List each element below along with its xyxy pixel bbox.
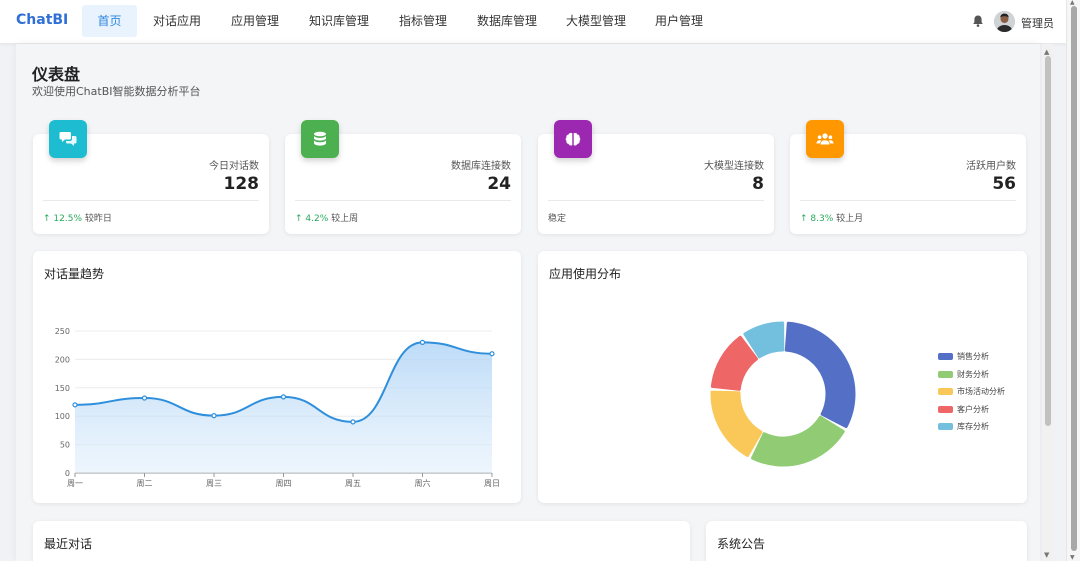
arrow-up-icon: ↑ bbox=[800, 214, 811, 224]
x-tick-label: 周三 bbox=[206, 479, 222, 488]
trend-line-chart: 0 50 100 150 200 250 周一 周二 周三 周四 周五 周六 周日 bbox=[55, 327, 500, 488]
legend-item[interactable]: 财务分析 bbox=[938, 369, 989, 381]
stat-trend: ↑ 12.5% 较昨日 bbox=[43, 214, 112, 224]
data-point bbox=[350, 419, 356, 425]
data-point bbox=[211, 413, 217, 419]
stat-label: 活跃用户数 bbox=[966, 161, 1016, 172]
data-point bbox=[141, 395, 148, 401]
series-area bbox=[75, 342, 492, 473]
page-subtitle: 欢迎使用ChatBI智能数据分析平台 bbox=[32, 85, 201, 98]
stat-card-llm-connections: 大模型连接数 8 稳定 bbox=[538, 120, 774, 234]
divider bbox=[800, 200, 1016, 201]
y-tick-label: 50 bbox=[60, 441, 70, 450]
content-scrollbar[interactable]: ▲ ▼ bbox=[1042, 44, 1054, 561]
database-icon bbox=[301, 120, 339, 158]
y-tick-label: 200 bbox=[55, 355, 70, 364]
nav-item-llm[interactable]: 大模型管理 bbox=[559, 5, 633, 37]
nav-item-app-management[interactable]: 应用管理 bbox=[224, 5, 286, 37]
divider bbox=[548, 200, 764, 201]
comments-icon bbox=[49, 120, 87, 158]
nav-item-knowledge-base[interactable]: 知识库管理 bbox=[302, 5, 376, 37]
legend-label: 库存分析 bbox=[957, 422, 989, 431]
pie-slice bbox=[751, 415, 845, 467]
legend-label: 销售分析 bbox=[957, 352, 989, 361]
data-point bbox=[280, 394, 287, 400]
stat-label: 今日对话数 bbox=[209, 161, 259, 172]
users-icon bbox=[806, 120, 844, 158]
x-tick-label: 周六 bbox=[415, 478, 431, 488]
stat-status: 稳定 bbox=[548, 214, 567, 224]
legend-swatch bbox=[938, 405, 953, 413]
x-tick-label: 周日 bbox=[484, 479, 500, 488]
pie-slice bbox=[784, 321, 856, 429]
recent-conversations-panel: 最近对话 bbox=[33, 521, 690, 561]
panel-title: 最近对话 bbox=[44, 537, 93, 551]
y-tick-label: 250 bbox=[55, 327, 70, 336]
stat-value: 56 bbox=[992, 174, 1016, 194]
stat-trend: ↑ 8.3% 较上月 bbox=[800, 214, 864, 224]
brain-icon bbox=[554, 120, 592, 158]
x-tick-label: 周二 bbox=[137, 479, 153, 488]
y-tick-label: 100 bbox=[55, 412, 70, 421]
page-title: 仪表盘 bbox=[32, 65, 81, 84]
x-tick-label: 周五 bbox=[345, 479, 361, 488]
legend-swatch bbox=[938, 423, 953, 430]
data-point bbox=[489, 351, 495, 357]
window-scrollbar[interactable]: ▲ ▼ bbox=[1066, 0, 1080, 561]
scroll-thumb[interactable] bbox=[1045, 56, 1051, 426]
pie-slice bbox=[710, 335, 759, 391]
stat-card-db-connections: 数据库连接数 24 ↑ 4.2% 较上周 bbox=[285, 120, 521, 234]
arrow-up-icon: ↑ bbox=[43, 214, 54, 224]
nav-item-users[interactable]: 用户管理 bbox=[648, 5, 710, 37]
legend-swatch bbox=[938, 388, 953, 395]
system-notice-panel: 系统公告 bbox=[706, 521, 1027, 561]
stat-value: 8 bbox=[752, 174, 764, 194]
scroll-up-icon[interactable]: ▲ bbox=[1044, 48, 1049, 56]
data-point bbox=[419, 339, 426, 345]
legend-swatch bbox=[938, 353, 953, 360]
divider bbox=[295, 200, 511, 201]
top-navbar: ChatBI 首页 对话应用 应用管理 知识库管理 指标管理 数据库管理 大模型… bbox=[0, 0, 1080, 44]
window-scroll-thumb[interactable] bbox=[1071, 6, 1077, 551]
stat-value: 24 bbox=[487, 174, 511, 194]
legend-item[interactable]: 销售分析 bbox=[938, 351, 989, 363]
pie-chart-panel: 应用使用分布 销售分析 财务分析 市场活动分析 客户分析 库存分析 bbox=[538, 251, 1027, 503]
bell-icon[interactable] bbox=[971, 14, 985, 28]
nav-item-metrics[interactable]: 指标管理 bbox=[392, 5, 454, 37]
data-point bbox=[72, 402, 78, 408]
legend-label: 财务分析 bbox=[957, 369, 989, 379]
x-tick-label: 周四 bbox=[276, 479, 292, 488]
stat-card-conversations: 今日对话数 128 ↑ 12.5% 较昨日 bbox=[33, 120, 269, 234]
stat-label: 大模型连接数 bbox=[704, 161, 764, 172]
legend-item[interactable]: 库存分析 bbox=[938, 421, 989, 433]
stat-label: 数据库连接数 bbox=[451, 161, 511, 172]
stat-value: 128 bbox=[223, 174, 260, 194]
legend-label: 客户分析 bbox=[957, 404, 989, 414]
y-tick-label: 150 bbox=[55, 384, 70, 393]
nav-item-chat-apps[interactable]: 对话应用 bbox=[146, 5, 208, 37]
legend-item[interactable]: 市场活动分析 bbox=[938, 386, 1005, 398]
window-scroll-down-icon[interactable]: ▼ bbox=[1070, 554, 1075, 561]
brand-logo[interactable]: ChatBI bbox=[16, 12, 68, 28]
y-tick-label: 0 bbox=[65, 469, 70, 478]
pie-slice bbox=[710, 390, 763, 457]
legend-label: 市场活动分析 bbox=[957, 387, 1005, 396]
panel-title: 系统公告 bbox=[717, 537, 766, 551]
nav-item-home[interactable]: 首页 bbox=[82, 5, 137, 37]
arrow-up-icon: ↑ bbox=[295, 214, 306, 224]
avatar[interactable] bbox=[994, 11, 1015, 32]
x-tick-label: 周一 bbox=[67, 479, 83, 488]
legend-item[interactable]: 客户分析 bbox=[938, 404, 989, 416]
stat-card-active-users: 活跃用户数 56 ↑ 8.3% 较上月 bbox=[790, 120, 1026, 234]
username-label[interactable]: 管理员 bbox=[1021, 15, 1054, 31]
scroll-down-icon[interactable]: ▼ bbox=[1044, 551, 1049, 559]
stat-trend: ↑ 4.2% 较上周 bbox=[295, 214, 359, 224]
nav-item-database[interactable]: 数据库管理 bbox=[470, 5, 544, 37]
legend-swatch bbox=[938, 370, 953, 378]
trend-chart-panel: 对话量趋势 0 50 100 150 200 250 周一 周二 周三 周四 周五 周六 周日 bbox=[33, 251, 521, 503]
divider bbox=[43, 200, 259, 201]
